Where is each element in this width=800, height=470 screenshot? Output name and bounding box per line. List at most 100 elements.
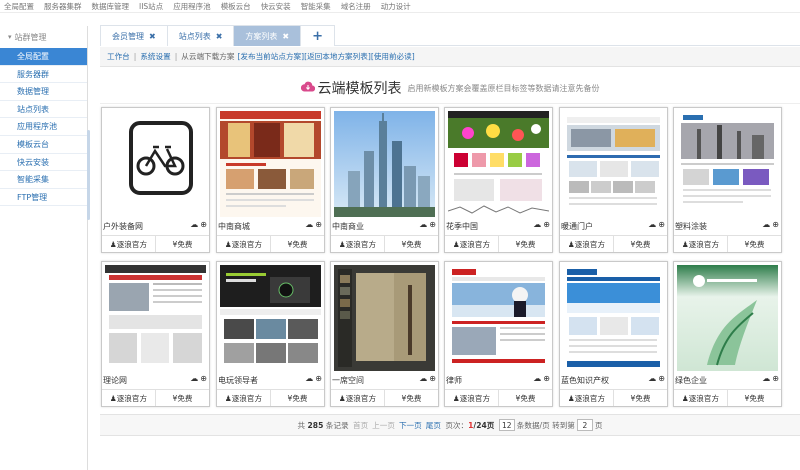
template-thumbnail[interactable] — [563, 111, 664, 217]
cloud-download-icon[interactable]: ☁ — [762, 374, 770, 383]
sidebar-item[interactable]: 数据管理 — [0, 83, 87, 101]
template-thumbnail[interactable] — [448, 265, 549, 371]
sidebar-item[interactable]: FTP管理 — [0, 189, 87, 207]
template-thumbnail[interactable] — [105, 265, 206, 371]
cloud-download-icon[interactable]: ☁ — [648, 374, 656, 383]
template-card[interactable]: 蓝色知识产权 ☁ ⊕ ♟逐浪官方 ¥免费 — [559, 261, 668, 407]
template-thumbnail[interactable] — [220, 111, 321, 217]
sidebar-item[interactable]: 快云安装 — [0, 154, 87, 172]
zoom-icon[interactable]: ⊕ — [315, 220, 322, 229]
template-card[interactable]: 电玩领导者 ☁ ⊕ ♟逐浪官方 ¥免费 — [216, 261, 325, 407]
tab-scheme-list[interactable]: 方案列表 ✖ — [233, 25, 302, 46]
template-thumbnail[interactable] — [448, 111, 549, 217]
sidebar-item[interactable]: 模板云台 — [0, 136, 87, 154]
template-card[interactable]: 中南商城 ☁ ⊕ ♟逐浪官方 ¥免费 — [216, 107, 325, 253]
template-thumbnail[interactable] — [563, 265, 664, 371]
top-nav-item[interactable]: 智能采集 — [301, 1, 331, 12]
template-thumbnail[interactable] — [220, 265, 321, 371]
template-name: 一席空间 — [332, 376, 364, 385]
breadcrumb-current: 从云端下载方案 — [181, 52, 235, 61]
top-nav-item[interactable]: 快云安装 — [261, 1, 291, 12]
template-card[interactable]: 暖通门户 ☁ ⊕ ♟逐浪官方 ¥免费 — [559, 107, 668, 253]
template-thumbnail[interactable] — [677, 111, 778, 217]
page-label: 页次： — [445, 420, 469, 430]
next-page-link[interactable]: 下一页 — [399, 420, 422, 431]
cloud-download-icon[interactable]: ☁ — [419, 220, 427, 229]
publish-scheme-link[interactable]: [发布当前站点方案] — [237, 51, 304, 62]
cloud-download-icon[interactable]: ☁ — [533, 374, 541, 383]
template-card[interactable]: 花季中国 ☁ ⊕ ♟逐浪官方 ¥免费 — [444, 107, 553, 253]
sidebar-item[interactable]: 智能采集 — [0, 171, 87, 189]
zoom-icon[interactable]: ⊕ — [429, 220, 436, 229]
top-nav-item[interactable]: 模板云台 — [221, 1, 251, 12]
zoom-icon[interactable]: ⊕ — [543, 220, 550, 229]
template-author: ♟逐浪官方 — [109, 239, 148, 249]
template-card[interactable]: 一席空间 ☁ ⊕ ♟逐浪官方 ¥免费 — [330, 261, 439, 407]
template-price: ¥免费 — [498, 390, 552, 406]
template-card[interactable]: 理论网 ☁ ⊕ ♟逐浪官方 ¥免费 — [101, 261, 210, 407]
template-card[interactable]: 律师 ☁ ⊕ ♟逐浪官方 ¥免费 — [444, 261, 553, 407]
close-icon[interactable]: ✖ — [149, 32, 156, 41]
template-author: ♟逐浪官方 — [224, 239, 263, 249]
breadcrumb: 工作台 | 系统设置 | 从云端下载方案 [发布当前站点方案] [返回本地方案列… — [100, 47, 800, 67]
goto-page-input[interactable]: 2 — [576, 419, 593, 431]
cloud-download-icon[interactable]: ☁ — [648, 220, 656, 229]
template-card[interactable]: 户外装备网 ☁ ⊕ ♟逐浪官方 ¥免费 — [101, 107, 210, 253]
add-tab-button[interactable]: + — [300, 25, 336, 46]
zoom-icon[interactable]: ⊕ — [200, 374, 207, 383]
back-to-local-link[interactable]: [返回本地方案列表] — [304, 51, 371, 62]
cloud-download-icon[interactable]: ☁ — [190, 374, 198, 383]
template-thumbnail[interactable] — [334, 265, 435, 371]
template-thumbnail[interactable] — [677, 265, 778, 371]
top-nav-item[interactable]: IIS站点 — [139, 1, 163, 12]
cloud-download-icon[interactable]: ☁ — [762, 220, 770, 229]
per-page-input[interactable]: 12 — [498, 419, 515, 431]
tab-members[interactable]: 会员管理 ✖ — [100, 25, 168, 46]
template-card[interactable]: 绿色企业 ☁ ⊕ ♟逐浪官方 ¥免费 — [673, 261, 782, 407]
prev-page-link[interactable]: 上一页 — [372, 420, 395, 431]
cloud-download-icon[interactable]: ☁ — [305, 374, 313, 383]
template-card[interactable]: 中南商业 ☁ ⊕ ♟逐浪官方 ¥免费 — [330, 107, 439, 253]
template-price: ¥免费 — [270, 390, 324, 406]
page-subtitle: 启用新模板方案会覆盖原栏目标签等数据请注意先备份 — [407, 83, 600, 93]
total-count: 285 — [307, 420, 324, 430]
zoom-icon[interactable]: ⊕ — [429, 374, 436, 383]
zoom-icon[interactable]: ⊕ — [772, 374, 779, 383]
zoom-icon[interactable]: ⊕ — [315, 374, 322, 383]
zoom-icon[interactable]: ⊕ — [772, 220, 779, 229]
cloud-download-icon[interactable]: ☁ — [419, 374, 427, 383]
cloud-download-icon[interactable]: ☁ — [305, 220, 313, 229]
cloud-download-icon[interactable]: ☁ — [533, 220, 541, 229]
top-nav-item[interactable]: 全局配置 — [4, 1, 34, 12]
template-thumbnail[interactable] — [105, 111, 206, 217]
top-nav-item[interactable]: 应用程序池 — [173, 1, 211, 12]
breadcrumb-settings-link[interactable]: 系统设置 — [140, 51, 170, 62]
top-nav-item[interactable]: 域名注册 — [341, 1, 371, 12]
sidebar-item[interactable]: 服务器群 — [0, 66, 87, 84]
zoom-icon[interactable]: ⊕ — [658, 220, 665, 229]
sidebar-item[interactable]: 全局配置 — [0, 48, 87, 66]
tab-label: 方案列表 — [245, 31, 278, 41]
cloud-download-icon[interactable]: ☁ — [190, 220, 198, 229]
sidebar-scrollbar[interactable] — [87, 130, 90, 220]
zoom-icon[interactable]: ⊕ — [658, 374, 665, 383]
template-author: ♟逐浪官方 — [567, 393, 606, 403]
close-icon[interactable]: ✖ — [216, 32, 223, 41]
breadcrumb-home-link[interactable]: 工作台 — [107, 51, 130, 62]
close-icon[interactable]: ✖ — [282, 32, 289, 41]
top-nav-item[interactable]: 数据库管理 — [92, 1, 130, 12]
zoom-icon[interactable]: ⊕ — [200, 220, 207, 229]
template-thumbnail[interactable] — [334, 111, 435, 217]
zoom-icon[interactable]: ⊕ — [543, 374, 550, 383]
top-nav-item[interactable]: 动力设计 — [381, 1, 411, 12]
top-nav-item[interactable]: 服务器集群 — [44, 1, 82, 12]
template-author: ♟逐浪官方 — [452, 393, 491, 403]
sidebar-header[interactable]: ▾ 站群管理 — [0, 26, 87, 48]
sidebar-item[interactable]: 站点列表 — [0, 101, 87, 119]
read-before-use-link[interactable]: [使用前必读] — [371, 51, 415, 62]
template-card[interactable]: 塑料涂装 ☁ ⊕ ♟逐浪官方 ¥免费 — [673, 107, 782, 253]
sidebar-item[interactable]: 应用程序池 — [0, 118, 87, 136]
last-page-link[interactable]: 尾页 — [426, 420, 441, 431]
first-page-link[interactable]: 首页 — [353, 420, 368, 431]
tab-site-list[interactable]: 站点列表 ✖ — [166, 25, 235, 46]
